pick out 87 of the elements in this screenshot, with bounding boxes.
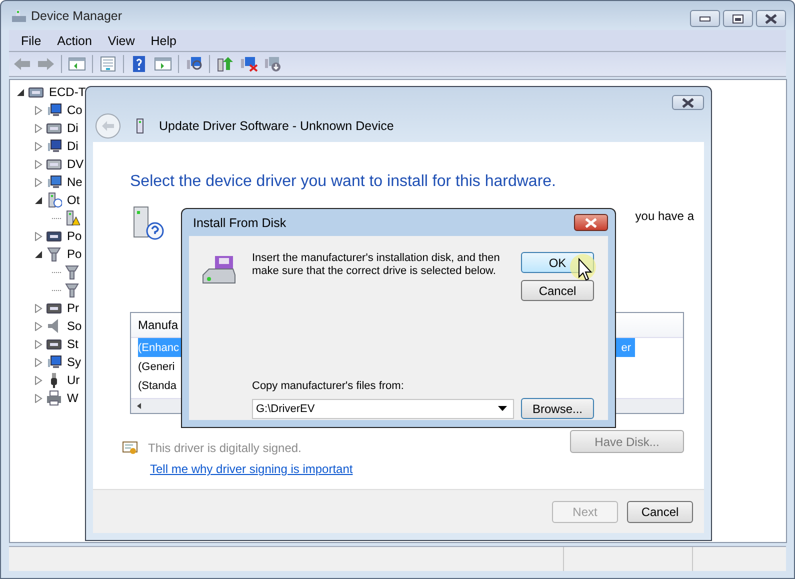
close-button[interactable] [574, 214, 608, 231]
certificate-icon [122, 440, 138, 456]
tree-item[interactable]: Pr [65, 301, 79, 315]
scan-hardware-icon[interactable] [185, 56, 203, 72]
close-button[interactable] [756, 10, 786, 27]
tree-item[interactable]: Co [65, 103, 82, 117]
monitor-icon [46, 354, 62, 370]
instruction-text: Insert the manufacturer's installation disk, and then make sure that the correct drive is selected below. [252, 252, 501, 278]
description-text: you have a [635, 209, 694, 223]
instruction-heading: Select the device driver you want to install for this hardware. [130, 173, 557, 191]
tree-item[interactable]: Po [65, 229, 82, 243]
monitor-icon [46, 102, 62, 118]
collapsed-triangle-icon[interactable] [34, 358, 43, 366]
browse-button[interactable]: Browse... [521, 398, 594, 419]
update-driver-icon[interactable] [216, 56, 234, 72]
tree-item[interactable]: DV [65, 157, 84, 171]
printer-icon [46, 390, 62, 406]
panel-icon[interactable] [68, 56, 86, 72]
path-combo-box[interactable]: G:\DriverEV [252, 398, 514, 418]
help-icon[interactable] [130, 56, 148, 72]
collapsed-triangle-icon[interactable] [34, 322, 43, 330]
tree-item[interactable]: Ur [65, 373, 80, 387]
footer-button[interactable]: Cancel [627, 500, 693, 522]
menu-item[interactable]: Help [142, 34, 184, 48]
tree-item[interactable]: Po [65, 247, 82, 261]
port-icon [64, 282, 80, 298]
dialog-title: Update Driver Software - Unknown Device [159, 119, 394, 133]
unknown-icon [46, 192, 62, 208]
close-button[interactable] [672, 95, 704, 110]
close-icon [681, 98, 695, 108]
network-icon [46, 174, 62, 190]
mouse-pointer-icon [569, 253, 599, 283]
tree-item[interactable]: Sy [65, 355, 82, 369]
computer-icon [11, 8, 27, 24]
list-cell: (Enhanc [138, 342, 179, 354]
tree-item[interactable]: St [65, 337, 78, 351]
back-arrow-icon[interactable] [13, 56, 31, 72]
tree-item[interactable]: Di [65, 121, 78, 135]
collapsed-triangle-icon[interactable] [34, 232, 43, 240]
minimize-icon [699, 16, 711, 22]
menu-item[interactable]: File [13, 34, 50, 48]
tree-item[interactable]: Di [65, 139, 78, 153]
close-icon [764, 14, 778, 24]
tree-item[interactable]: So [65, 319, 82, 333]
collapsed-triangle-icon[interactable] [34, 304, 43, 312]
collapsed-triangle-icon[interactable] [34, 124, 43, 132]
minimize-button[interactable] [690, 10, 720, 27]
collapsed-triangle-icon[interactable] [34, 142, 43, 150]
warning-device-icon [64, 210, 80, 226]
field-label: Copy manufacturer's files from: [252, 380, 405, 392]
maximize-icon [732, 14, 744, 24]
tree-item[interactable]: W [65, 391, 78, 405]
have-disk-button[interactable]: Have Disk... [570, 430, 684, 453]
collapsed-triangle-icon[interactable] [34, 106, 43, 114]
expanded-triangle-icon[interactable] [34, 250, 43, 258]
signature-status-text: This driver is digitally signed. [148, 441, 302, 455]
dialog-title: Install From Disk [193, 216, 286, 230]
expanded-triangle-icon[interactable] [16, 88, 25, 96]
disable-device-icon[interactable] [264, 56, 282, 72]
tree-item[interactable]: Ne [65, 175, 82, 189]
menu-item[interactable]: Action [49, 34, 100, 48]
port-icon [46, 246, 62, 262]
maximize-button[interactable] [723, 10, 753, 27]
panel-icon[interactable] [154, 56, 172, 72]
list-cell: (Generi [138, 360, 175, 372]
collapsed-triangle-icon[interactable] [34, 178, 43, 186]
dropdown-arrow-icon[interactable] [498, 406, 507, 411]
collapsed-triangle-icon[interactable] [34, 160, 43, 168]
tree-item[interactable]: Ot [65, 193, 80, 207]
dialog-button[interactable]: Cancel [521, 280, 594, 301]
forward-arrow-icon[interactable] [37, 56, 55, 72]
collapsed-triangle-icon[interactable] [34, 340, 43, 348]
port-icon [64, 264, 80, 280]
collapsed-triangle-icon[interactable] [34, 394, 43, 402]
display-icon [46, 138, 62, 154]
menu-item[interactable]: View [100, 34, 143, 48]
close-icon [584, 218, 598, 228]
driver-signing-link[interactable]: Tell me why driver signing is important [150, 462, 353, 476]
window-title: Device Manager [31, 8, 122, 22]
expanded-triangle-icon[interactable] [34, 196, 43, 204]
tree-item[interactable]: ECD-T [47, 85, 86, 99]
scroll-left-icon[interactable] [135, 402, 143, 410]
collapsed-triangle-icon[interactable] [34, 376, 43, 384]
back-button-icon[interactable] [95, 113, 121, 139]
uninstall-icon[interactable] [240, 56, 258, 72]
properties-icon[interactable] [99, 56, 117, 72]
list-cell-text: er [621, 342, 632, 354]
